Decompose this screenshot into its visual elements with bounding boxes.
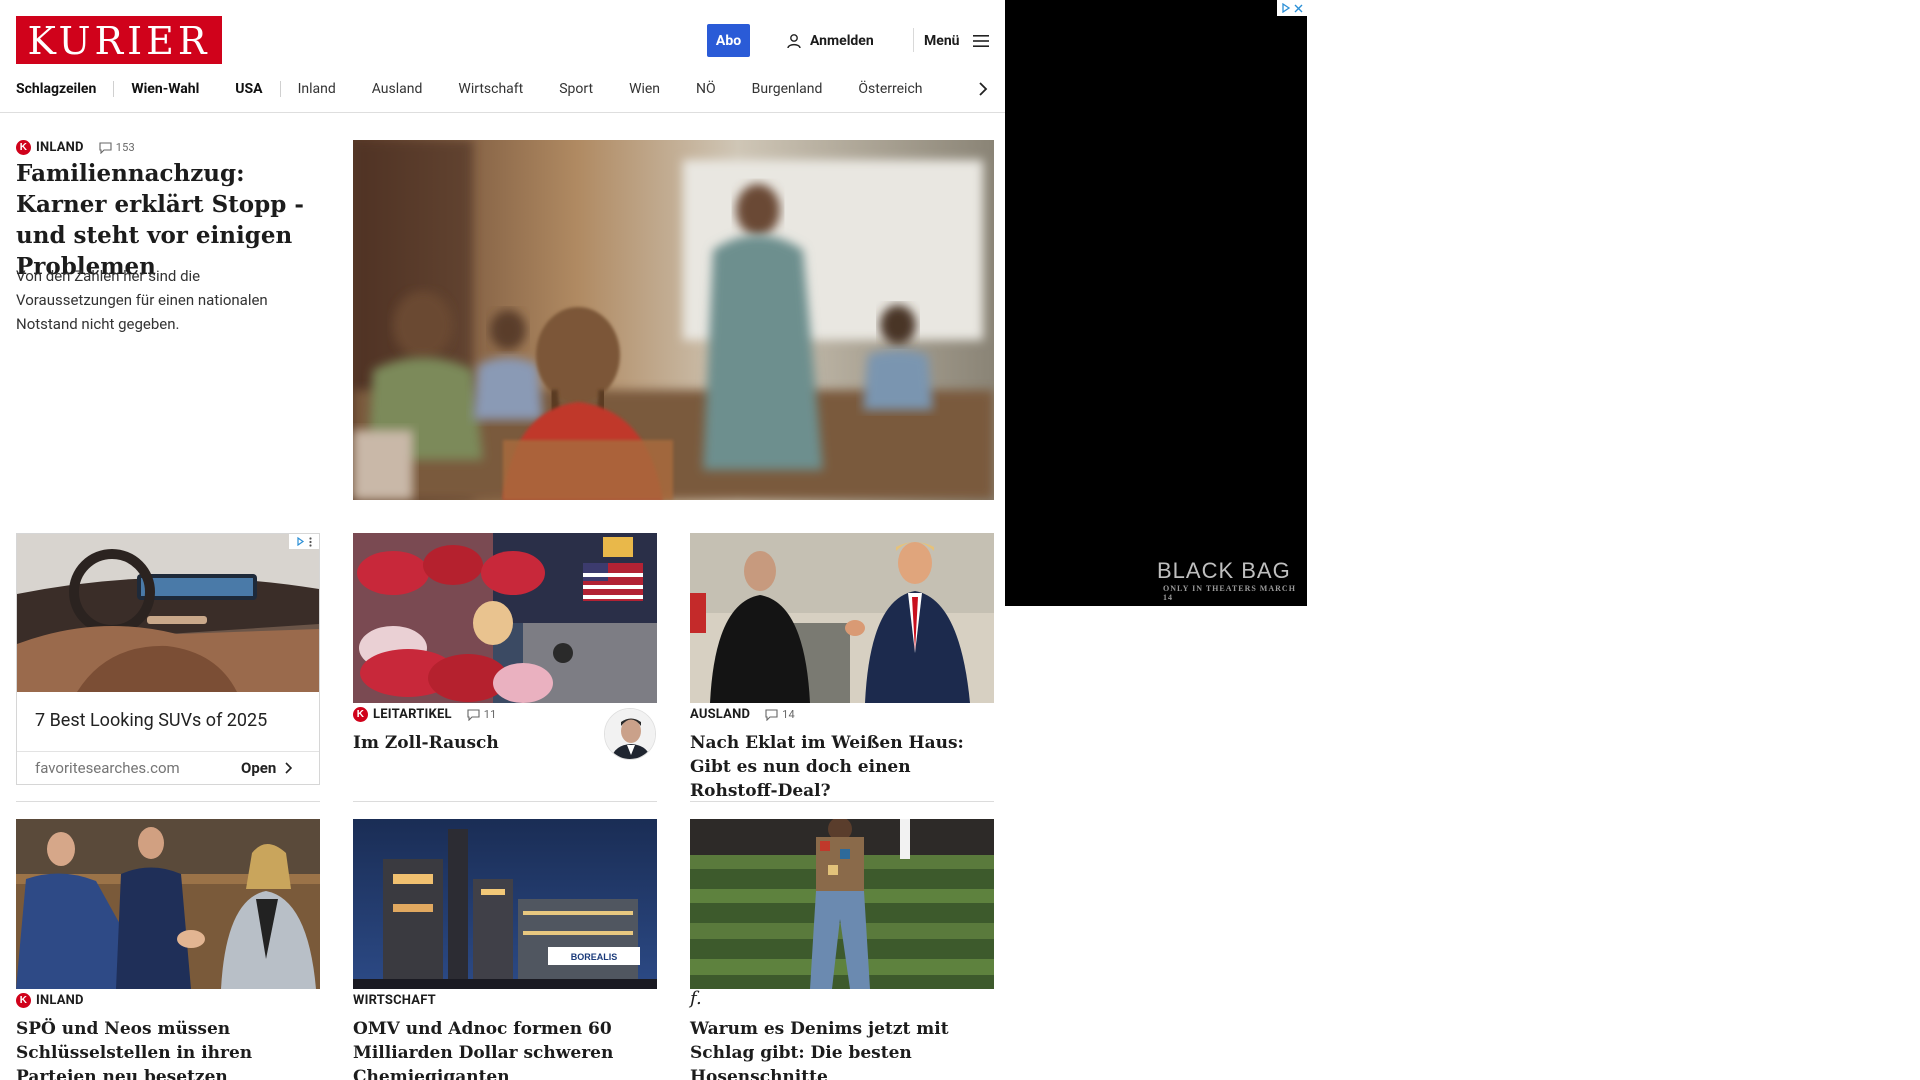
comment-icon — [765, 708, 778, 721]
card-category[interactable]: AUSLAND — [690, 707, 750, 722]
nav-item-wirtschaft[interactable]: Wirtschaft — [458, 81, 523, 97]
nav-divider — [279, 81, 281, 97]
author-avatar[interactable] — [604, 708, 656, 760]
card-headline[interactable]: Nach Eklat im Weißen Haus: Gibt es nun d… — [690, 731, 994, 803]
card-image-white-house-meeting[interactable] — [690, 533, 994, 703]
close-icon — [1294, 4, 1303, 12]
lead-teaser: Von den Zahlen her sind die Voraussetzun… — [16, 267, 268, 333]
kurier-plus-icon: K — [16, 993, 31, 1008]
comment-icon — [467, 708, 480, 721]
adchoices-icon[interactable] — [289, 534, 319, 549]
lead-category[interactable]: INLAND — [36, 140, 84, 155]
sponsored-ad-card[interactable]: 7 Best Looking SUVs of 2025 favoritesear… — [16, 533, 320, 785]
hamburger-icon — [972, 35, 989, 47]
ad-open-label: Open — [241, 759, 277, 777]
card-kicker: K INLAND — [16, 993, 84, 1008]
card-category[interactable]: LEITARTIKEL — [373, 707, 452, 722]
card-kicker: AUSLAND 14 — [690, 707, 795, 722]
abo-button[interactable]: Abo — [707, 24, 750, 57]
chevron-right-icon[interactable] — [976, 80, 990, 98]
borealis-sign-text: BOREALIS — [571, 952, 618, 962]
card-comments: 14 — [782, 708, 795, 721]
card-kicker: K LEITARTIKEL 11 — [353, 707, 496, 722]
user-icon — [787, 34, 801, 49]
nav-item-wien-wahl[interactable]: Wien-Wahl — [131, 81, 199, 97]
card-category[interactable]: WIRTSCHAFT — [353, 993, 436, 1008]
card-comments: 11 — [483, 708, 497, 721]
nav-item-wien[interactable]: Wien — [629, 81, 660, 97]
ad-image-car-interior[interactable] — [17, 534, 319, 692]
card-headline[interactable]: OMV und Adnoc formen 60 Milliarden Dolla… — [353, 1017, 657, 1080]
nav-item-ausland[interactable]: Ausland — [372, 81, 423, 97]
card-image-maga-hats[interactable] — [353, 533, 657, 703]
card-kicker: WIRTSCHAFT — [353, 993, 436, 1008]
nav-item-oesterreich[interactable]: Österreich — [858, 81, 922, 97]
nav-item-sport[interactable]: Sport — [559, 81, 593, 97]
ad-open-button[interactable]: Open — [241, 759, 293, 777]
ad-domain: favoritesearches.com — [35, 759, 180, 777]
kurier-plus-icon: K — [16, 140, 31, 155]
card-category[interactable]: INLAND — [36, 993, 84, 1008]
nav-item-inland[interactable]: Inland — [298, 81, 336, 97]
card-headline[interactable]: SPÖ und Neos müssen Schlüsselstellen in … — [16, 1017, 320, 1080]
lead-kicker: K INLAND 153 — [16, 140, 135, 155]
card-kicker: f. — [690, 988, 702, 1009]
nav-divider — [113, 81, 115, 97]
right-sidebar-ad[interactable]: BLACK BAG ONLY IN THEATERS MARCH 14 — [1005, 0, 1307, 606]
section-nav: Schlagzeilen Wien-Wahl USA Inland Auslan… — [16, 78, 996, 100]
card-image-chemical-plant[interactable]: BOREALIS — [353, 819, 657, 989]
header-divider — [913, 28, 914, 52]
card-image-parliament[interactable] — [16, 819, 320, 989]
lead-image-classroom[interactable] — [353, 140, 994, 500]
kurier-logo[interactable]: KURIER — [16, 16, 222, 64]
nav-divider-line — [0, 112, 1005, 113]
freizeit-mark[interactable]: f. — [690, 988, 702, 1009]
nav-item-usa[interactable]: USA — [235, 81, 262, 97]
lead-comment-count[interactable]: 153 — [99, 141, 135, 154]
lead-comments: 153 — [115, 141, 135, 154]
more-options-icon — [309, 536, 312, 547]
ad-movie-title: BLACK BAG — [1157, 558, 1291, 583]
nav-item-burgenland[interactable]: Burgenland — [752, 81, 823, 97]
kurier-plus-icon: K — [353, 707, 368, 722]
comment-icon — [99, 141, 112, 154]
card-divider — [690, 801, 994, 802]
ad-title[interactable]: 7 Best Looking SUVs of 2025 — [35, 710, 267, 731]
nav-item-schlagzeilen[interactable]: Schlagzeilen — [16, 81, 96, 97]
logo-text: KURIER — [27, 19, 211, 63]
ad-movie-subtitle: ONLY IN THEATERS MARCH 14 — [1163, 584, 1296, 602]
card-headline[interactable]: Warum es Denims jetzt mit Schlag gibt: D… — [690, 1017, 994, 1080]
card-image-runway-denim[interactable] — [690, 819, 994, 989]
menu-label: Menü — [924, 33, 960, 49]
adchoices-icon[interactable] — [1277, 0, 1307, 16]
nav-item-noe[interactable]: NÖ — [696, 81, 716, 97]
card-headline[interactable]: Im Zoll-Rausch — [353, 731, 593, 755]
card-divider — [353, 801, 657, 802]
card-comment-count[interactable]: 11 — [467, 708, 497, 721]
login-button[interactable]: Anmelden — [786, 30, 874, 52]
ad-divider — [17, 751, 319, 752]
chevron-right-icon — [285, 762, 293, 774]
login-label: Anmelden — [810, 33, 874, 49]
card-comment-count[interactable]: 14 — [765, 708, 795, 721]
card-divider — [16, 801, 320, 802]
menu-button[interactable]: Menü — [924, 30, 990, 52]
